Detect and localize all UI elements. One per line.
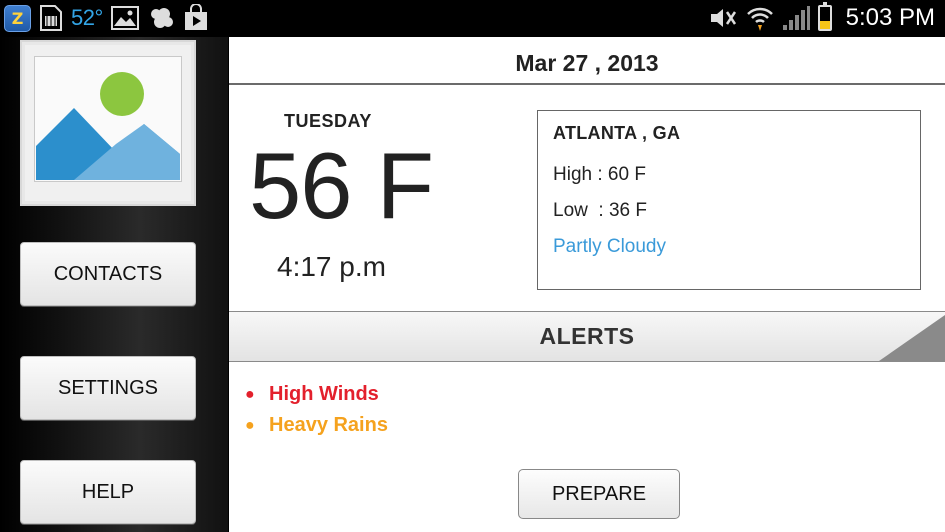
main-panel: Mar 27 , 2013 TUESDAY 56 F 4:17 p.m ATLA… — [229, 37, 945, 532]
alert-list: ● High Winds ● Heavy Rains — [245, 379, 388, 441]
settings-button[interactable]: SETTINGS — [20, 356, 196, 420]
date-header: Mar 27 , 2013 — [229, 37, 945, 85]
z-app-icon: Z — [4, 4, 31, 32]
alerts-title: ALERTS — [539, 323, 635, 349]
signal-icon — [782, 6, 810, 30]
weather-location: ATLANTA , GA — [553, 123, 681, 143]
help-button[interactable]: HELP — [20, 460, 196, 524]
image-placeholder-icon — [34, 56, 182, 182]
weather-low: Low : 36 F — [553, 200, 647, 221]
weather-icon — [150, 8, 173, 28]
status-time: 5:03 PM — [845, 4, 935, 31]
prepare-button[interactable]: PREPARE — [518, 469, 680, 519]
mute-icon — [710, 9, 736, 27]
sim-card-icon — [40, 5, 62, 31]
image-icon — [110, 6, 139, 30]
sidebar: CONTACTS SETTINGS HELP — [0, 37, 228, 532]
battery-icon — [817, 2, 832, 31]
alert-text: High Winds — [269, 383, 379, 405]
weather-box: ATLANTA , GA High : 60 F Low : 36 F Part… — [537, 110, 921, 290]
shopping-bag-icon — [184, 4, 207, 30]
day-of-week: TUESDAY — [284, 111, 372, 131]
bullet-icon: ● — [245, 385, 255, 403]
bullet-icon: ● — [245, 416, 255, 434]
list-item[interactable]: ● Heavy Rains — [245, 410, 388, 441]
expand-corner-icon — [879, 315, 945, 361]
alerts-header[interactable]: ALERTS — [229, 311, 945, 362]
weather-condition: Partly Cloudy — [553, 236, 666, 257]
wifi-icon — [746, 7, 773, 31]
contacts-button[interactable]: CONTACTS — [20, 242, 196, 306]
status-bar: Z 52° 5:03 PM — [0, 0, 945, 37]
z-app-letter: Z — [11, 8, 24, 28]
alert-text: Heavy Rains — [269, 414, 388, 436]
status-temperature: 52° — [71, 5, 103, 30]
list-item[interactable]: ● High Winds — [245, 379, 388, 410]
status-bar-right: 5:03 PM — [708, 2, 935, 32]
current-temperature: 56 F — [249, 133, 434, 238]
status-bar-left: Z 52° — [4, 4, 209, 32]
profile-photo[interactable] — [20, 40, 196, 206]
weather-high: High : 60 F — [553, 164, 646, 185]
current-time: 4:17 p.m — [277, 251, 386, 282]
